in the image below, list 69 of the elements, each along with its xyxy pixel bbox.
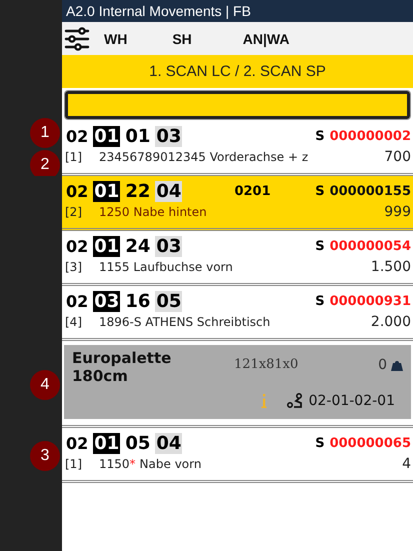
- pallet-name: Europalette 180cm: [72, 349, 172, 385]
- route-location: 02-01-02-01: [308, 393, 395, 409]
- location-part: 03: [155, 236, 182, 256]
- location-part: 04: [155, 432, 182, 454]
- position-index: [3]: [65, 260, 83, 274]
- serial-number: 000000054: [330, 238, 411, 254]
- list-entry[interactable]: 02 01 24 03 S 000000054 [3] 1155 Laufbuchse vorn 1.500: [62, 231, 413, 286]
- settings-icon[interactable]: [64, 26, 90, 50]
- location-part: 03: [93, 290, 120, 312]
- location-part: 04: [155, 180, 182, 202]
- callout-badge: 1: [30, 118, 60, 148]
- article-code: 1150: [99, 457, 130, 471]
- location-part: 02: [65, 434, 90, 452]
- article-mark: *: [130, 457, 136, 471]
- toolbar-tab[interactable]: WH: [104, 30, 128, 46]
- location-part: 01: [93, 432, 120, 454]
- position-index: [1]: [65, 457, 83, 471]
- list-entry[interactable]: 02 01 01 03 S 000000002 [1] 23456789012345 Vorderachse + z 700: [62, 121, 413, 176]
- pallet-dimensions: 121x81x0: [234, 357, 298, 372]
- list-entry[interactable]: 02 01 05 04 S 000000065 [1] 1150* Nabe vorn 4: [62, 428, 413, 483]
- quantity: 700: [384, 149, 411, 165]
- article-name: 1250 Nabe hinten: [99, 205, 207, 219]
- serial-prefix: S: [315, 294, 325, 308]
- serial-prefix: S: [315, 436, 325, 450]
- location-part: 02: [65, 292, 90, 310]
- article-name: 1896-S ATHENS Schreibtisch: [99, 315, 270, 329]
- window-title: A2.0 Internal Movements | FB: [62, 0, 413, 22]
- location-part: 03: [155, 126, 182, 146]
- quantity: 2.000: [370, 314, 411, 330]
- quantity: 4: [402, 456, 411, 472]
- location-code: 0201: [234, 184, 271, 198]
- location-part: 01: [93, 236, 120, 256]
- location-part: 02: [65, 236, 90, 256]
- weight-icon: [391, 359, 403, 371]
- callout-badge: 4: [30, 370, 60, 400]
- location-part: 02: [65, 182, 90, 200]
- serial-prefix: S: [315, 184, 325, 198]
- quantity: 999: [384, 204, 411, 220]
- article-name: Nabe vorn: [140, 457, 202, 471]
- article-name: 23456789012345 Vorderachse + z: [99, 150, 308, 164]
- quantity: 1.500: [370, 259, 411, 275]
- serial-number: 000000065: [330, 436, 411, 450]
- position-index: [1]: [65, 150, 83, 164]
- location-part: 01: [93, 126, 120, 146]
- location-part: 05: [124, 432, 152, 454]
- serial-number: 000000931: [330, 294, 411, 308]
- instruction-banner: 1. SCAN LC / 2. SCAN SP: [62, 55, 413, 88]
- serial-prefix: S: [315, 238, 325, 254]
- position-index: [4]: [65, 315, 83, 329]
- location-part: 02: [65, 126, 90, 146]
- location-part: 01: [124, 126, 152, 146]
- weight-value: 0: [378, 357, 387, 373]
- toolbar-tab[interactable]: SH: [172, 30, 192, 46]
- list-entry[interactable]: 02 03 16 05 S 000000931 [4] 1896-S ATHENS Schreibtisch 2.000: [62, 286, 413, 341]
- serial-prefix: S: [315, 128, 325, 144]
- position-index: [2]: [65, 205, 83, 219]
- location-part: 16: [124, 290, 152, 312]
- route-icon: [286, 393, 303, 409]
- toolbar-tab[interactable]: AN|WA: [242, 30, 290, 46]
- serial-number: 000000002: [330, 128, 411, 144]
- serial-number: 000000155: [330, 184, 411, 198]
- location-part: 01: [93, 180, 120, 202]
- scan-field[interactable]: [65, 91, 410, 119]
- list-entry[interactable]: 02 01 22 04 0201 S 000000155 [2] 1250 Nabe hinten 999: [62, 176, 413, 231]
- callout-badge: 3: [30, 440, 60, 470]
- location-part: 22: [124, 180, 152, 202]
- location-part: 24: [124, 236, 152, 256]
- location-part: 05: [155, 290, 182, 312]
- article-name: 1155 Laufbuchse vorn: [99, 260, 233, 274]
